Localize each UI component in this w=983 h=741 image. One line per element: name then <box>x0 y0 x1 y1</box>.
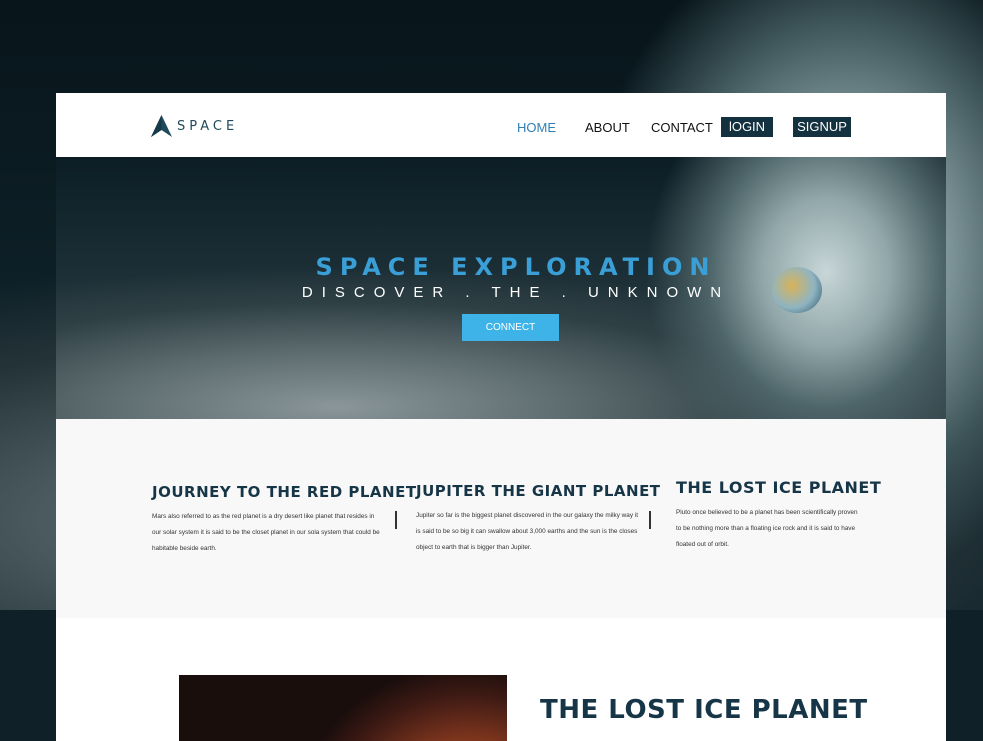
nav-about-link[interactable]: ABOUT <box>585 120 630 135</box>
feature-divider <box>395 511 397 529</box>
hero-title: SPACE EXPLORATION <box>315 253 717 281</box>
feature-card-red-planet: JOURNEY TO THE RED PLANET Mars also refe… <box>152 483 417 557</box>
brand-name: SPACE <box>177 118 239 134</box>
feature-body: Mars also referred to as the red planet … <box>152 513 380 552</box>
feature-body: Pluto once believed to be a planet has b… <box>676 509 858 548</box>
detail-section: THE LOST ICE PLANET <box>56 618 946 741</box>
signup-button[interactable]: SIGNUP <box>793 117 851 137</box>
nav-contact-link[interactable]: CONTACT <box>651 120 713 135</box>
nav-home-link[interactable]: HOME <box>517 120 556 135</box>
login-button[interactable]: lOGIN <box>721 117 773 137</box>
detail-title: THE LOST ICE PLANET <box>540 695 868 725</box>
rocket-a-icon <box>151 115 172 137</box>
navbar: SPACE HOME ABOUT CONTACT lOGIN SIGNUP <box>56 93 946 157</box>
feature-title: JUPITER THE GIANT PLANET <box>416 482 661 500</box>
feature-title: THE LOST ICE PLANET <box>676 478 882 497</box>
feature-title: JOURNEY TO THE RED PLANET <box>152 483 417 501</box>
feature-divider <box>649 511 651 529</box>
hero-banner: SPACE EXPLORATION DISCOVER . THE . UNKNO… <box>56 157 946 419</box>
feature-card-jupiter: JUPITER THE GIANT PLANET Jupiter so far … <box>416 482 661 556</box>
hero-subtitle: DISCOVER . THE . UNKNOWN <box>301 284 731 301</box>
features-section: JOURNEY TO THE RED PLANET Mars also refe… <box>56 419 946 618</box>
mars-planet-image <box>179 675 507 741</box>
feature-body: Jupiter so far is the biggest planet dis… <box>416 512 639 551</box>
brand-logo[interactable]: SPACE <box>151 115 238 137</box>
feature-card-ice-planet: THE LOST ICE PLANET Pluto once believed … <box>676 478 882 553</box>
connect-button[interactable]: CONNECT <box>462 314 559 341</box>
